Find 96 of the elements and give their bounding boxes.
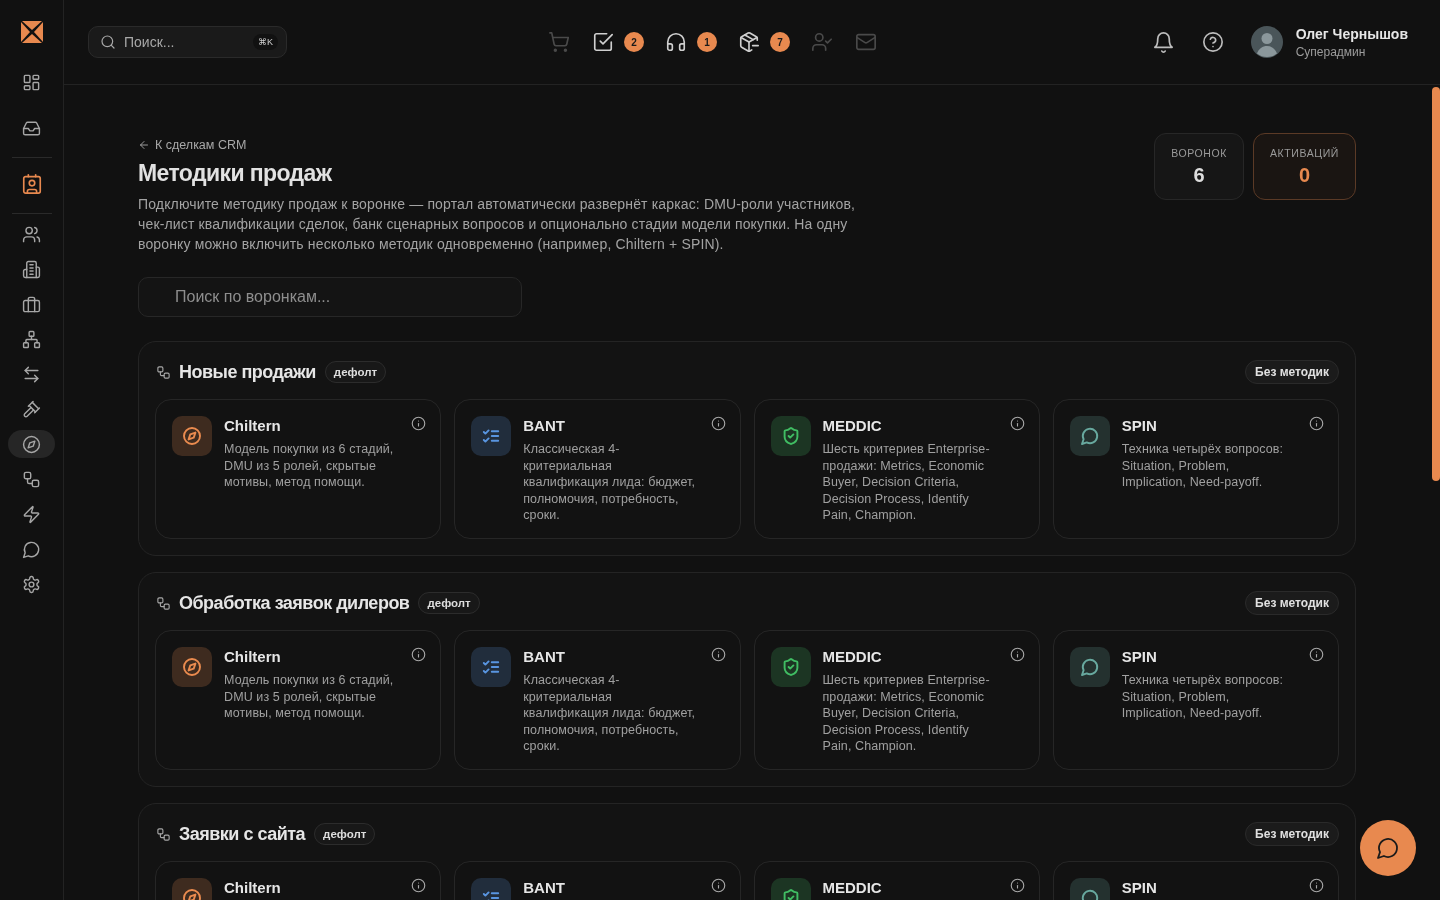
method-card[interactable]: BANT Классическая 4-критериальная квалификация лида: бюджет, полномочия, потребность, сроки.: [454, 630, 741, 770]
info-icon[interactable]: [411, 416, 427, 431]
method-description: Модель покупки из 6 стадий, DMU из 5 ролей, скрытые мотивы, метод помощи.: [224, 672, 395, 722]
box-icon[interactable]: [738, 31, 760, 53]
stat-label: АКТИВАЦИЙ: [1270, 147, 1339, 159]
info-icon[interactable]: [1309, 878, 1324, 893]
info-icon[interactable]: [710, 416, 726, 431]
method-title: BANT: [523, 879, 566, 897]
method-description: Классическая 4-критериальная квалификация лида: бюджет, полномочия, потребность, сроки.: [523, 672, 697, 755]
linked-squares-icon: [22, 469, 41, 489]
status-badge: Без методик: [1245, 360, 1339, 384]
info-icon[interactable]: [411, 647, 427, 662]
method-title: Chiltern: [224, 417, 282, 435]
method-description: Техника четырёх вопросов: Situation, Problem, Implication, Need-payoff.: [1121, 672, 1285, 722]
contact-card-icon: [20, 173, 43, 195]
stat-value: 6: [1193, 164, 1205, 186]
method-card[interactable]: Chiltern Модель покупки из 6 стадий, DMU из 5 ролей, скрытые мотивы, метод помощи.: [155, 399, 442, 539]
default-tag: дефолт: [418, 592, 480, 614]
method-card[interactable]: BANT Классическая 4-критериальная квалификация лида: бюджет, полномочия, потребность, сроки.: [454, 399, 741, 539]
method-title: SPIN: [1121, 879, 1158, 897]
count-badge: 1: [697, 32, 717, 52]
method-description: Техника четырёх вопросов: Situation, Problem, Implication, Need-payoff.: [1121, 441, 1285, 491]
user-role: Суперадмин: [1295, 44, 1367, 59]
method-description: Шесть критериев Enterprise-продажи: Metrics, Economic Buyer, Decision Criteria, Decision Process, Identify Pain, Champion.: [822, 672, 991, 755]
count-badge: 7: [770, 32, 790, 52]
page-description: Подключите методику продаж к воронке — портал автоматически развернёт каркас: DMU-роли участников, чек-лист квалификации сделок, банк сценарных вопросов и опционально стадии модели покупки. На одну воронку можно включить несколько методик одновременно (например, Chiltern + SPIN).: [138, 195, 857, 254]
method-title: BANT: [523, 648, 566, 666]
info-icon[interactable]: [1309, 647, 1324, 662]
search-icon: [100, 34, 116, 50]
method-card[interactable]: Chiltern Модель покупки из 6 стадий, DMU из 5 ролей, скрытые мотивы, метод помощи.: [155, 630, 442, 770]
method-title: SPIN: [1121, 648, 1158, 666]
info-icon[interactable]: [1009, 416, 1025, 431]
grid-icon: [22, 72, 41, 92]
method-title: MEDDIC: [822, 648, 883, 666]
method-card[interactable]: Chiltern: [155, 861, 442, 900]
bell-icon[interactable]: [1151, 30, 1175, 54]
method-title: MEDDIC: [822, 417, 883, 435]
method-description: Шесть критериев Enterprise-продажи: Metrics, Economic Buyer, Decision Criteria, Decision Process, Identify Pain, Champion.: [822, 441, 991, 524]
info-icon[interactable]: [1009, 878, 1025, 893]
info-icon[interactable]: [1309, 416, 1324, 431]
users-icon: [22, 224, 41, 244]
building-icon: [22, 259, 41, 279]
logo-icon[interactable]: [19, 20, 44, 44]
funnel-name: Новые продажи: [179, 361, 316, 383]
user-name: Олег Чернышов: [1295, 25, 1408, 42]
info-icon[interactable]: [411, 878, 427, 893]
linked-squares-icon: [156, 364, 171, 380]
compass-icon: [22, 434, 41, 454]
method-card[interactable]: BANT: [454, 861, 741, 900]
method-card[interactable]: SPIN Техника четырёх вопросов: Situation, Problem, Implication, Need-payoff.: [1052, 399, 1339, 539]
method-description: Модель покупки из 6 стадий, DMU из 5 ролей, скрытые мотивы, метод помощи.: [224, 441, 395, 491]
method-title: MEDDIC: [822, 879, 883, 897]
info-icon[interactable]: [1009, 647, 1025, 662]
method-description: Классическая 4-критериальная квалификация лида: бюджет, полномочия, потребность, сроки.: [523, 441, 697, 524]
status-badge: Без методик: [1245, 822, 1339, 846]
funnel-name: Обработка заявок дилеров: [179, 592, 410, 614]
funnel-name: Заявки с сайта: [179, 823, 306, 845]
method-card[interactable]: SPIN Техника четырёх вопросов: Situation, Problem, Implication, Need-payoff.: [1052, 630, 1339, 770]
hierarchy-icon: [22, 329, 41, 349]
arrow-left-icon: [138, 139, 150, 151]
default-tag: дефолт: [324, 361, 387, 383]
help-icon[interactable]: [1201, 31, 1224, 53]
linked-squares-icon: [156, 595, 171, 611]
search-field[interactable]: Поиск по воронкам...: [138, 277, 522, 317]
chat-bubble-icon: [1376, 836, 1400, 860]
checkbox-icon[interactable]: [592, 31, 614, 53]
sidebar-item[interactable]: [8, 430, 55, 458]
swap-arrows-icon: [22, 364, 41, 384]
count-badge: 2: [624, 32, 644, 52]
method-title: Chiltern: [224, 879, 282, 897]
method-title: SPIN: [1121, 417, 1158, 435]
chat-bubble-icon: [22, 539, 41, 559]
method-card[interactable]: MEDDIC Шесть критериев Enterprise-продажи: Metrics, Economic Buyer, Decision Criteria, Decision Process, Identify Pain, Champion.: [753, 399, 1040, 539]
settings-icon: [22, 574, 41, 594]
method-card[interactable]: MEDDIC: [753, 861, 1040, 900]
back-link[interactable]: К сделкам CRM: [138, 138, 247, 152]
info-icon[interactable]: [710, 878, 726, 893]
headphones-icon[interactable]: [665, 31, 687, 53]
inbox-tray-icon: [22, 118, 41, 138]
hammer-icon: [22, 399, 41, 419]
scrollbar-thumb[interactable]: [1432, 87, 1440, 481]
info-icon[interactable]: [710, 647, 726, 662]
default-tag: дефолт: [314, 823, 376, 845]
avatar-icon[interactable]: [1250, 26, 1283, 58]
page-title: Методики продаж: [138, 159, 332, 188]
status-badge: Без методик: [1245, 591, 1339, 615]
stat-label: ВОРОНОК: [1171, 147, 1227, 159]
method-title: Chiltern: [224, 648, 282, 666]
method-card[interactable]: MEDDIC Шесть критериев Enterprise-продажи: Metrics, Economic Buyer, Decision Criteria, Decision Process, Identify Pain, Champion.: [753, 630, 1040, 770]
lightning-icon: [22, 504, 41, 524]
stat-value: 0: [1298, 164, 1311, 186]
method-title: BANT: [523, 417, 566, 435]
linked-squares-icon: [156, 826, 171, 842]
method-card[interactable]: SPIN: [1052, 861, 1339, 900]
chat-button[interactable]: [1360, 820, 1416, 876]
briefcase-icon: [22, 294, 41, 314]
